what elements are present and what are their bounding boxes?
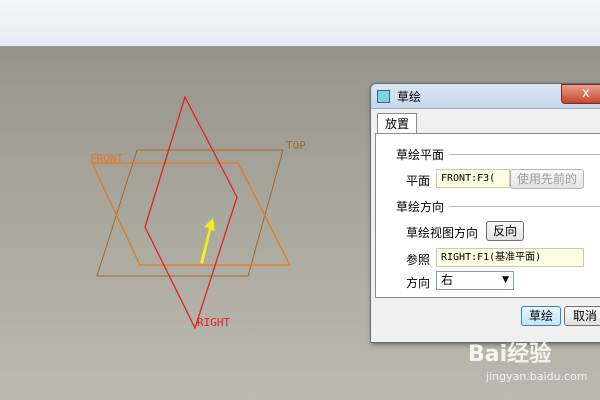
- use-previous-button[interactable]: 使用先前的: [510, 169, 584, 189]
- watermark-logo: Bai经验: [468, 342, 552, 367]
- tab-placement[interactable]: 放置: [377, 113, 417, 134]
- plane-label: 平面: [406, 174, 431, 188]
- orientation-section-title: 草绘方向: [396, 200, 445, 214]
- sketch-button[interactable]: 草绘: [521, 306, 561, 326]
- direction-select[interactable]: 右 ▼: [436, 271, 514, 290]
- watermark-url: jingyan.baidu.com: [486, 370, 588, 383]
- reference-field[interactable]: RIGHT:F1(基准平面): [436, 248, 584, 267]
- top-plane[interactable]: [96, 149, 284, 277]
- dialog-titlebar[interactable]: 草绘 x: [371, 84, 600, 109]
- plane-field[interactable]: FRONT:F3(: [436, 169, 510, 188]
- flip-button[interactable]: 反向: [486, 221, 524, 241]
- reference-label: 参照: [406, 253, 431, 267]
- app-icon: [377, 90, 390, 103]
- direction-label: 方向: [406, 276, 431, 290]
- cancel-button[interactable]: 取消: [564, 306, 600, 326]
- right-plane[interactable]: [144, 95, 238, 330]
- direction-arrow-icon: [200, 218, 215, 264]
- plane-section-title: 草绘平面: [396, 148, 445, 162]
- sketch-dialog: 草绘 x 放置 草绘平面 平面 FRONT:F3( 使用先前的 草绘方向 草绘视…: [370, 83, 600, 343]
- right-plane-label: RIGHT: [197, 316, 230, 329]
- front-plane-label: FRONT: [90, 152, 123, 165]
- placement-panel: 草绘平面 平面 FRONT:F3( 使用先前的 草绘方向 草绘视图方向 反向 参…: [375, 133, 600, 298]
- section-divider: [449, 154, 600, 155]
- top-plane-label: TOP: [286, 139, 306, 152]
- dialog-title: 草绘: [397, 90, 422, 104]
- view-direction-label: 草绘视图方向: [406, 226, 479, 240]
- close-button[interactable]: x: [561, 84, 600, 104]
- chevron-down-icon: ▼: [502, 275, 509, 285]
- section-divider: [449, 206, 600, 207]
- front-plane[interactable]: [90, 162, 292, 266]
- direction-select-value: 右: [441, 273, 454, 287]
